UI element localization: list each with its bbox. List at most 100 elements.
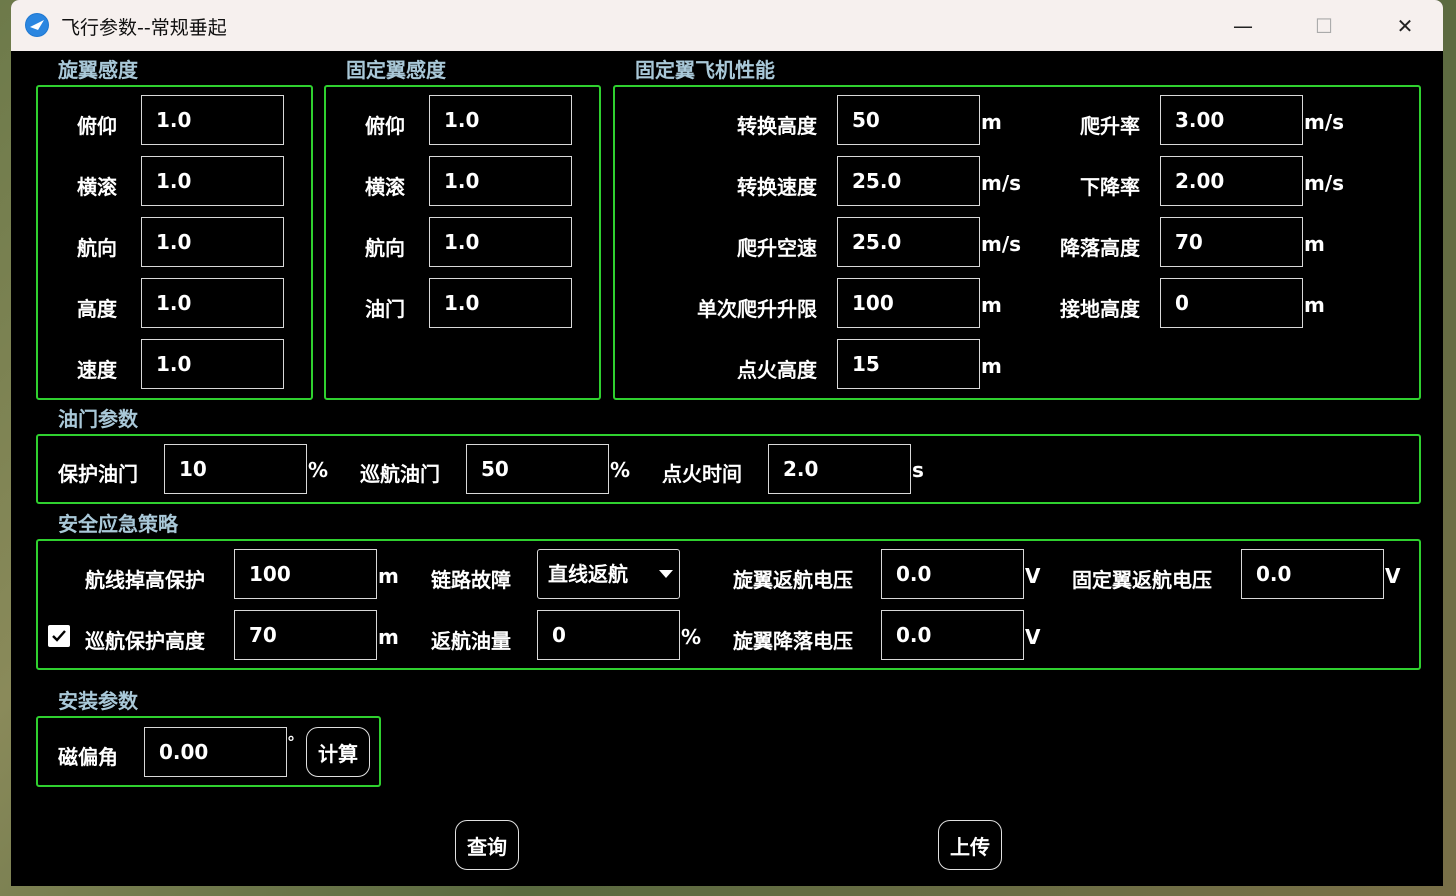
mag-declination-label: 磁偏角 <box>58 745 118 769</box>
content-area: 旋翼感度 俯仰 1.0 横滚 1.0 航向 1.0 高度 1.0 速度 1.0 … <box>11 51 1443 886</box>
ignition-altitude-input[interactable]: 15 <box>837 339 980 389</box>
fixed-heading-label: 航向 <box>365 236 405 260</box>
route-drop-protect-unit: m <box>378 564 399 588</box>
mag-declination-unit: ° <box>287 733 295 752</box>
query-button[interactable]: 查询 <box>455 820 519 870</box>
ignition-altitude-label: 点火高度 <box>737 358 817 382</box>
rotor-speed-label: 速度 <box>77 358 117 382</box>
landing-altitude-unit: m <box>1304 232 1325 256</box>
ground-altitude-label: 接地高度 <box>1060 297 1140 321</box>
single-climb-ceiling-label: 单次爬升升限 <box>697 297 817 321</box>
rotor-rth-voltage-unit: V <box>1025 564 1041 588</box>
transition-altitude-unit: m <box>981 110 1002 134</box>
rotor-sensitivity-group: 俯仰 1.0 横滚 1.0 航向 1.0 高度 1.0 速度 1.0 <box>36 85 313 400</box>
ignition-time-unit: s <box>912 458 924 482</box>
mag-declination-input[interactable]: 0.00 <box>144 727 287 777</box>
rotor-land-voltage-label: 旋翼降落电压 <box>733 629 853 653</box>
minimize-button[interactable]: — <box>1220 0 1266 51</box>
route-drop-protect-input[interactable]: 100 <box>234 549 377 599</box>
climb-airspeed-label: 爬升空速 <box>737 236 817 260</box>
descent-rate-label: 下降率 <box>1080 175 1140 199</box>
fixed-roll-label: 横滚 <box>365 175 405 199</box>
descent-rate-unit: m/s <box>1304 171 1345 195</box>
single-climb-ceiling-input[interactable]: 100 <box>837 278 980 328</box>
rotor-rth-voltage-input[interactable]: 0.0 <box>881 549 1024 599</box>
install-params-title: 安装参数 <box>58 689 138 713</box>
landing-altitude-input[interactable]: 70 <box>1160 217 1303 267</box>
link-fault-label: 链路故障 <box>431 568 511 592</box>
fixed-wing-sensitivity-title: 固定翼感度 <box>346 58 446 82</box>
cruise-throttle-label: 巡航油门 <box>360 462 440 486</box>
climb-airspeed-input[interactable]: 25.0 <box>837 217 980 267</box>
rotor-land-voltage-input[interactable]: 0.0 <box>881 610 1024 660</box>
cruise-throttle-input[interactable]: 50 <box>466 444 609 494</box>
fixed-heading-input[interactable]: 1.0 <box>429 217 572 267</box>
descent-rate-input[interactable]: 2.00 <box>1160 156 1303 206</box>
cruise-throttle-unit: % <box>610 458 631 482</box>
throttle-params-group: 保护油门 10 % 巡航油门 50 % 点火时间 2.0 s <box>36 434 1421 504</box>
cruise-protect-unit: m <box>378 625 399 649</box>
rotor-altitude-input[interactable]: 1.0 <box>141 278 284 328</box>
app-logo-icon <box>25 13 49 37</box>
single-climb-ceiling-unit: m <box>981 293 1002 317</box>
maximize-button[interactable]: ☐ <box>1301 0 1347 51</box>
fixed-wing-sensitivity-group: 俯仰 1.0 横滚 1.0 航向 1.0 油门 1.0 <box>324 85 601 400</box>
route-drop-protect-label: 航线掉高保护 <box>85 568 205 592</box>
rth-fuel-unit: % <box>681 625 702 649</box>
protect-throttle-label: 保护油门 <box>58 462 138 486</box>
close-button[interactable]: ✕ <box>1382 0 1428 51</box>
ignition-time-label: 点火时间 <box>662 462 742 486</box>
safety-strategy-title: 安全应急策略 <box>58 512 178 536</box>
rotor-roll-label: 横滚 <box>77 175 117 199</box>
check-icon <box>52 630 66 642</box>
rotor-roll-input[interactable]: 1.0 <box>141 156 284 206</box>
flight-params-window: 飞行参数--常规垂起 — ☐ ✕ 旋翼感度 俯仰 1.0 横滚 1.0 航向 1… <box>11 0 1443 886</box>
climb-rate-input[interactable]: 3.00 <box>1160 95 1303 145</box>
transition-altitude-input[interactable]: 50 <box>837 95 980 145</box>
transition-speed-input[interactable]: 25.0 <box>837 156 980 206</box>
fixed-throttle-input[interactable]: 1.0 <box>429 278 572 328</box>
fixed-wing-performance-title: 固定翼飞机性能 <box>635 58 775 82</box>
link-fault-select[interactable]: 直线返航 <box>537 549 680 599</box>
transition-altitude-label: 转换高度 <box>737 114 817 138</box>
safety-strategy-group: 航线掉高保护 100 m 链路故障 直线返航 旋翼返航电压 0.0 V 固定翼返… <box>36 539 1421 670</box>
rotor-speed-input[interactable]: 1.0 <box>141 339 284 389</box>
rotor-pitch-input[interactable]: 1.0 <box>141 95 284 145</box>
ignition-altitude-unit: m <box>981 354 1002 378</box>
rotor-sensitivity-title: 旋翼感度 <box>58 58 138 82</box>
fixed-wing-performance-group: 转换高度 50 m 转换速度 25.0 m/s 爬升空速 25.0 m/s 单次… <box>613 85 1421 400</box>
rotor-pitch-label: 俯仰 <box>77 114 117 138</box>
upload-button[interactable]: 上传 <box>938 820 1002 870</box>
link-fault-selected: 直线返航 <box>548 562 628 586</box>
cruise-protect-input[interactable]: 70 <box>234 610 377 660</box>
title-bar: 飞行参数--常规垂起 — ☐ ✕ <box>11 0 1443 51</box>
rotor-land-voltage-unit: V <box>1025 625 1041 649</box>
cruise-protect-label: 巡航保护高度 <box>85 629 205 653</box>
rth-fuel-input[interactable]: 0 <box>537 610 680 660</box>
ground-altitude-input[interactable]: 0 <box>1160 278 1303 328</box>
rotor-heading-label: 航向 <box>77 236 117 260</box>
transition-speed-label: 转换速度 <box>737 175 817 199</box>
fixed-pitch-input[interactable]: 1.0 <box>429 95 572 145</box>
window-title: 飞行参数--常规垂起 <box>61 17 227 39</box>
fixed-throttle-label: 油门 <box>365 297 405 321</box>
climb-rate-label: 爬升率 <box>1080 114 1140 138</box>
fixed-rth-voltage-label: 固定翼返航电压 <box>1072 568 1212 592</box>
cruise-protect-checkbox[interactable] <box>48 625 70 647</box>
ground-altitude-unit: m <box>1304 293 1325 317</box>
rotor-heading-input[interactable]: 1.0 <box>141 217 284 267</box>
rth-fuel-label: 返航油量 <box>431 629 511 653</box>
fixed-rth-voltage-unit: V <box>1385 564 1401 588</box>
calculate-button[interactable]: 计算 <box>306 727 370 777</box>
protect-throttle-input[interactable]: 10 <box>164 444 307 494</box>
fixed-rth-voltage-input[interactable]: 0.0 <box>1241 549 1384 599</box>
throttle-params-title: 油门参数 <box>58 407 138 431</box>
climb-rate-unit: m/s <box>1304 110 1345 134</box>
ignition-time-input[interactable]: 2.0 <box>768 444 911 494</box>
fixed-roll-input[interactable]: 1.0 <box>429 156 572 206</box>
landing-altitude-label: 降落高度 <box>1060 236 1140 260</box>
dropdown-arrow-icon <box>659 570 673 578</box>
install-params-group: 磁偏角 0.00 ° 计算 <box>36 716 381 787</box>
fixed-pitch-label: 俯仰 <box>365 114 405 138</box>
protect-throttle-unit: % <box>308 458 329 482</box>
